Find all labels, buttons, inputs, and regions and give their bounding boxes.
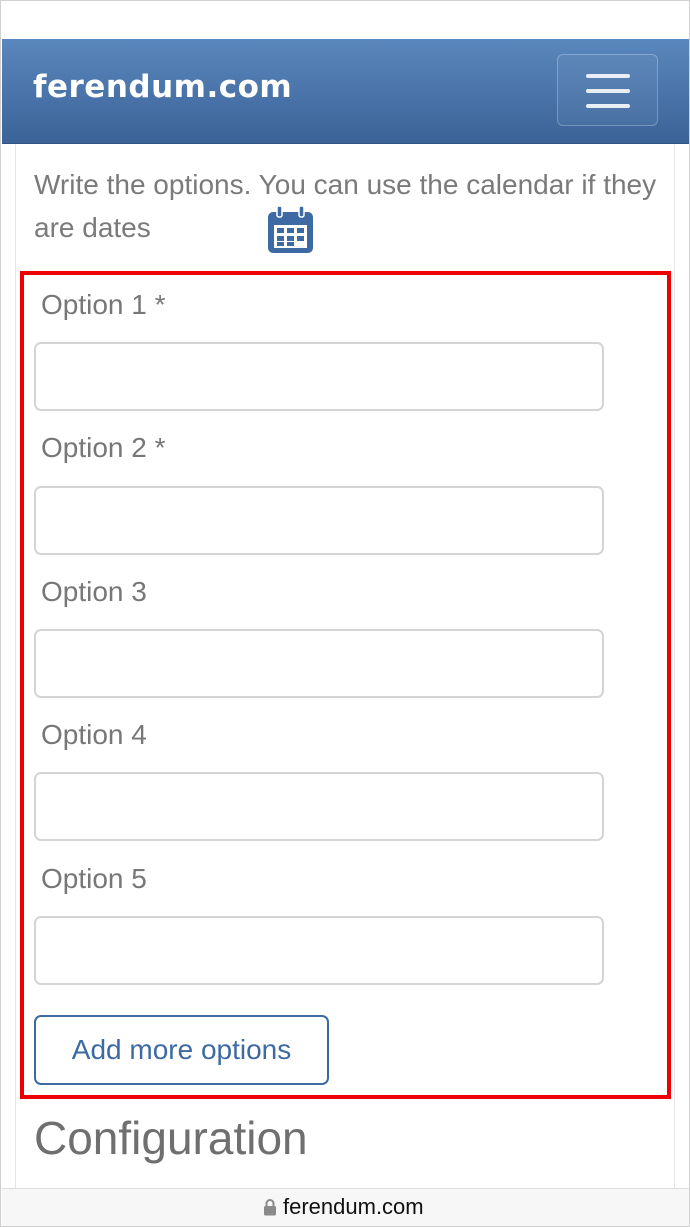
option-4-input[interactable] [34,772,604,841]
url-text: ferendum.com [283,1194,424,1219]
option-2-label: Option 2 * [41,432,166,463]
option-3-input[interactable] [34,629,604,698]
instructions-text: Write the options. You can use the calen… [34,169,657,243]
option-3-label: Option 3 [41,576,147,607]
option-5-label: Option 5 [41,863,147,894]
url-display[interactable]: ferendum.com [263,1194,424,1220]
option-4-label: Option 4 [41,719,147,750]
configuration-heading: Configuration [34,1112,308,1164]
calendar-icon[interactable] [267,206,314,254]
add-more-options-button[interactable]: Add more options [34,1015,329,1085]
option-1-label: Option 1 * [41,289,166,320]
page-frame: ferendum.com Write the options. You can … [0,0,690,1227]
option-2-input[interactable] [34,486,604,555]
option-5-input[interactable] [34,916,604,985]
menu-toggle-button[interactable] [557,54,658,126]
lock-icon [264,1199,276,1216]
brand-logo[interactable]: ferendum.com [33,69,292,105]
option-1-input[interactable] [34,342,604,411]
